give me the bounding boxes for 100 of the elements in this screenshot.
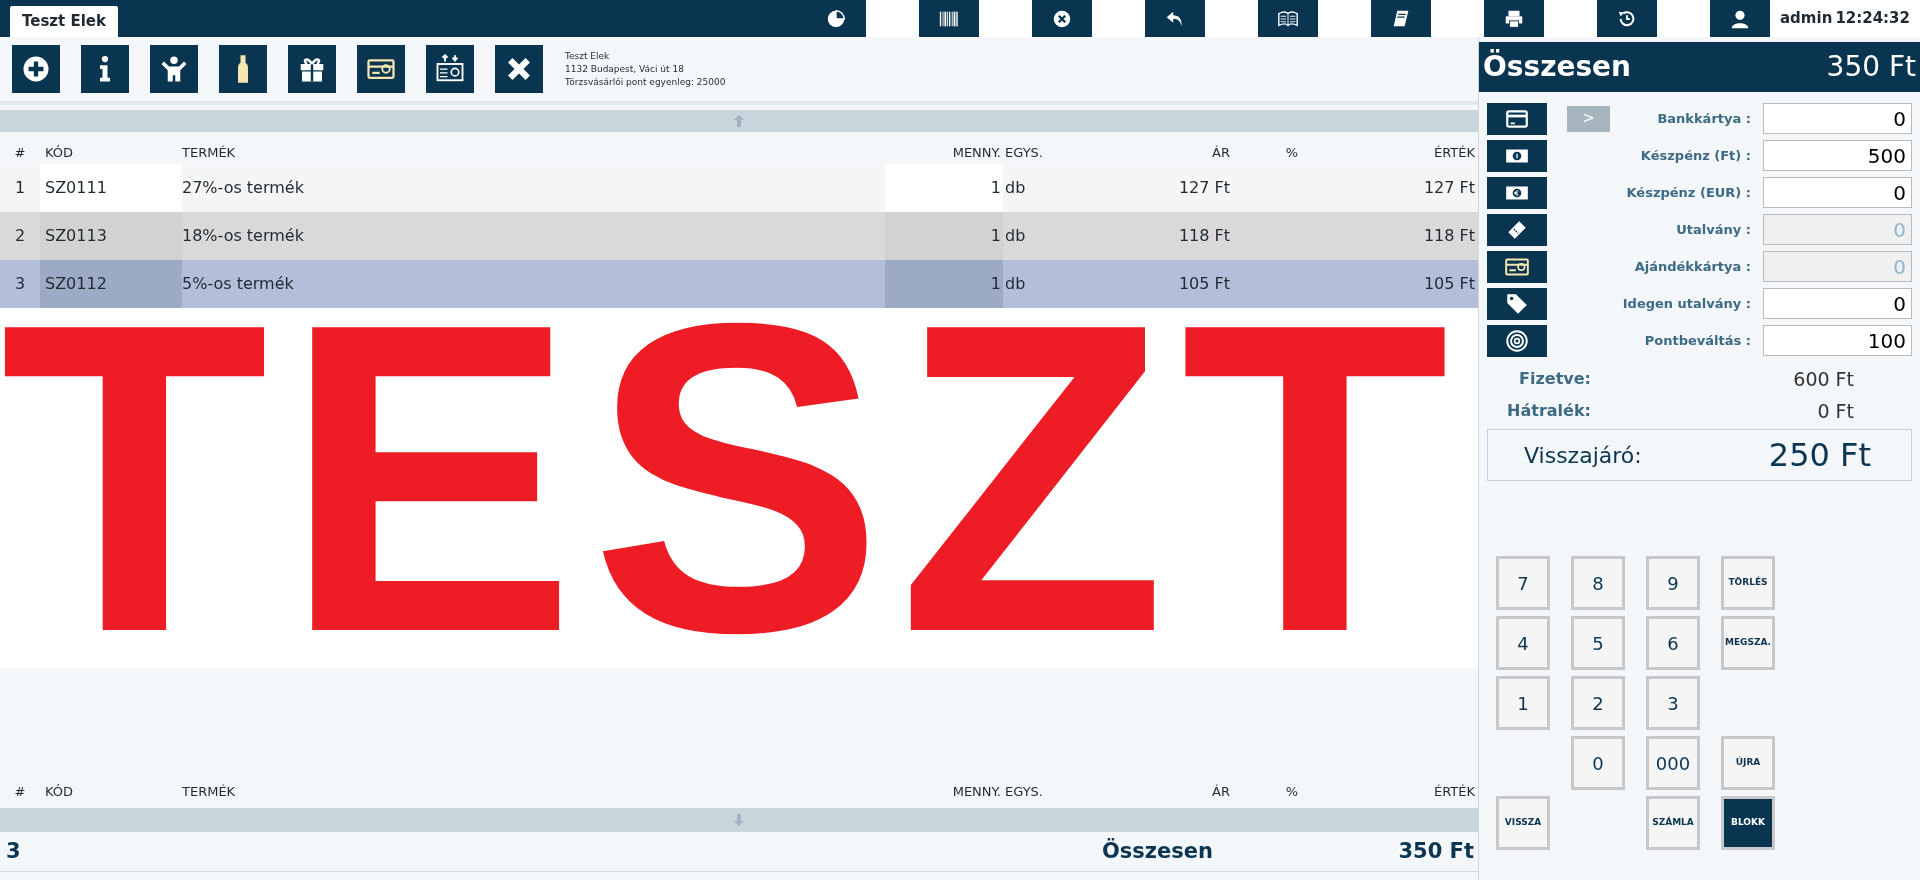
payment-method-button[interactable] [1487,176,1547,209]
keypad-key[interactable]: 6 [1646,616,1700,670]
total-amount: 350 Ft [1397,837,1475,865]
payment-method-button[interactable] [1487,102,1547,135]
keypad-key[interactable]: MEGSZA. [1721,616,1775,670]
toolbar-button[interactable] [12,45,60,93]
toolbar-button[interactable] [919,0,979,37]
keypad-key[interactable]: 7 [1496,556,1550,610]
column-header[interactable]: KÓD [40,782,182,802]
column-header[interactable]: KÓD [40,142,182,162]
table-cell-text: 105 Ft [1423,273,1475,295]
column-header[interactable]: % [1232,142,1352,162]
table-cell-text: 27%-os termék [182,177,304,199]
table-cell-text: 5%-os termék [182,273,294,295]
payment-method-button[interactable] [1487,250,1547,283]
table-cell-text: 2 [14,225,26,247]
keypad-key[interactable]: ÚJRA [1721,736,1775,790]
column-header[interactable]: ÁR [1053,142,1232,162]
change-amount: 250 Ft [1768,435,1871,476]
keypad-key[interactable]: SZÁMLA [1646,796,1700,850]
amount-field[interactable]: 0 [1763,103,1912,134]
item-count: 3 [5,837,22,865]
keypad-key[interactable]: 5 [1571,616,1625,670]
keypad-key[interactable]: VISSZA [1496,796,1550,850]
table-cell-text: 1 [990,273,1001,295]
toolbar-button[interactable] [426,45,474,93]
table-row[interactable]: 3 SZ0112 5%-os termék 1 db 105 Ft 105 Ft [0,260,1478,308]
column-header[interactable]: ÉRTÉK [1352,782,1478,802]
column-header[interactable]: TERMÉK [182,782,885,802]
toolbar-button[interactable] [1484,0,1544,37]
keypad-key[interactable]: BLOKK [1721,796,1775,850]
keypad-key[interactable]: 4 [1496,616,1550,670]
field-label: Ajándékkártya : [1633,257,1752,276]
table-cell-text: SZ0113 [45,225,107,247]
toolbar-button[interactable] [1032,0,1092,37]
toolbar-button[interactable] [806,0,866,37]
table-cell-text: 1 [990,177,1001,199]
keypad-key[interactable]: 1 [1496,676,1550,730]
person-icon [159,54,189,84]
toolbar-button[interactable] [1371,0,1431,37]
table-row[interactable]: 1 SZ0111 27%-os termék 1 db 127 Ft 127 Ft [0,164,1478,212]
toolbar-button[interactable] [1597,0,1657,37]
test-mode-label: TESZT [0,308,1464,668]
amount-field[interactable]: 0 [1763,177,1912,208]
keypad-key[interactable]: 9 [1646,556,1700,610]
payment-method-button[interactable] [1487,287,1547,320]
arrow-up-icon [732,114,746,128]
customer-address: 1132 Budapest, Váci út 18 [565,62,685,76]
table-cell-text: db [1005,273,1026,295]
table-cell-text: db [1005,177,1026,199]
column-header[interactable]: EGYS. [1003,782,1053,802]
amount-field[interactable]: 500 [1763,140,1912,171]
loyalty-points: Törzsvásárlói pont egyenleg: 25000 [565,75,726,89]
table-cell-text: 127 Ft [1178,177,1230,199]
amount-field[interactable]: 100 [1763,325,1912,356]
summary-value: 600 Ft [1792,366,1854,392]
column-header[interactable]: MENNY. [885,782,1003,802]
column-header[interactable]: ÁR [1053,782,1232,802]
column-header[interactable]: % [1232,782,1352,802]
table-cell-text: 1 [14,177,26,199]
column-header[interactable]: ÉRTÉK [1352,142,1478,162]
field-label: Készpénz (EUR) : [1625,183,1752,202]
toolbar-button[interactable] [1710,0,1770,37]
toolbar-button[interactable] [1258,0,1318,37]
column-header[interactable]: TERMÉK [182,142,885,162]
column-header[interactable]: # [0,142,40,162]
keypad-key[interactable]: TÖRLÉS [1721,556,1775,610]
payment-method-button[interactable] [1487,139,1547,172]
payment-method-button[interactable] [1487,324,1547,357]
table-cell-text: db [1005,225,1026,247]
summary-value: 0 Ft [1816,398,1854,424]
toolbar-button[interactable] [357,45,405,93]
toolbar-button[interactable] [219,45,267,93]
keypad-key[interactable]: 2 [1571,676,1625,730]
arrow-down-icon [732,813,746,827]
pie-chart-icon [825,7,847,30]
toolbar-button[interactable] [81,45,129,93]
toolbar-button[interactable] [150,45,198,93]
table-cell-text: 18%-os termék [182,225,304,247]
keypad-key[interactable]: 3 [1646,676,1700,730]
table-row[interactable]: 2 SZ0113 18%-os termék 1 db 118 Ft 118 Ft [0,212,1478,260]
toolbar-button[interactable] [495,45,543,93]
field-label: Idegen utalvány : [1621,294,1752,313]
column-header[interactable]: # [0,782,40,802]
toolbar-button[interactable] [1145,0,1205,37]
keypad-key[interactable]: 8 [1571,556,1625,610]
column-header[interactable]: MENNY. [885,142,1003,162]
table-cell-text: SZ0112 [45,273,107,295]
column-header[interactable]: EGYS. [1003,142,1053,162]
add-icon [21,54,51,84]
tab[interactable]: Teszt Elek [10,6,118,37]
keypad-key[interactable]: 0 [1571,736,1625,790]
table-cell-text: 105 Ft [1178,273,1230,295]
field-label: Utalvány : [1675,220,1752,239]
payment-method-button[interactable] [1487,213,1547,246]
amount-field: 0 [1763,251,1912,282]
keypad-key[interactable]: 000 [1646,736,1700,790]
toolbar-button[interactable] [288,45,336,93]
summary-label: Hátralék: [1506,400,1591,422]
amount-field[interactable]: 0 [1763,288,1912,319]
